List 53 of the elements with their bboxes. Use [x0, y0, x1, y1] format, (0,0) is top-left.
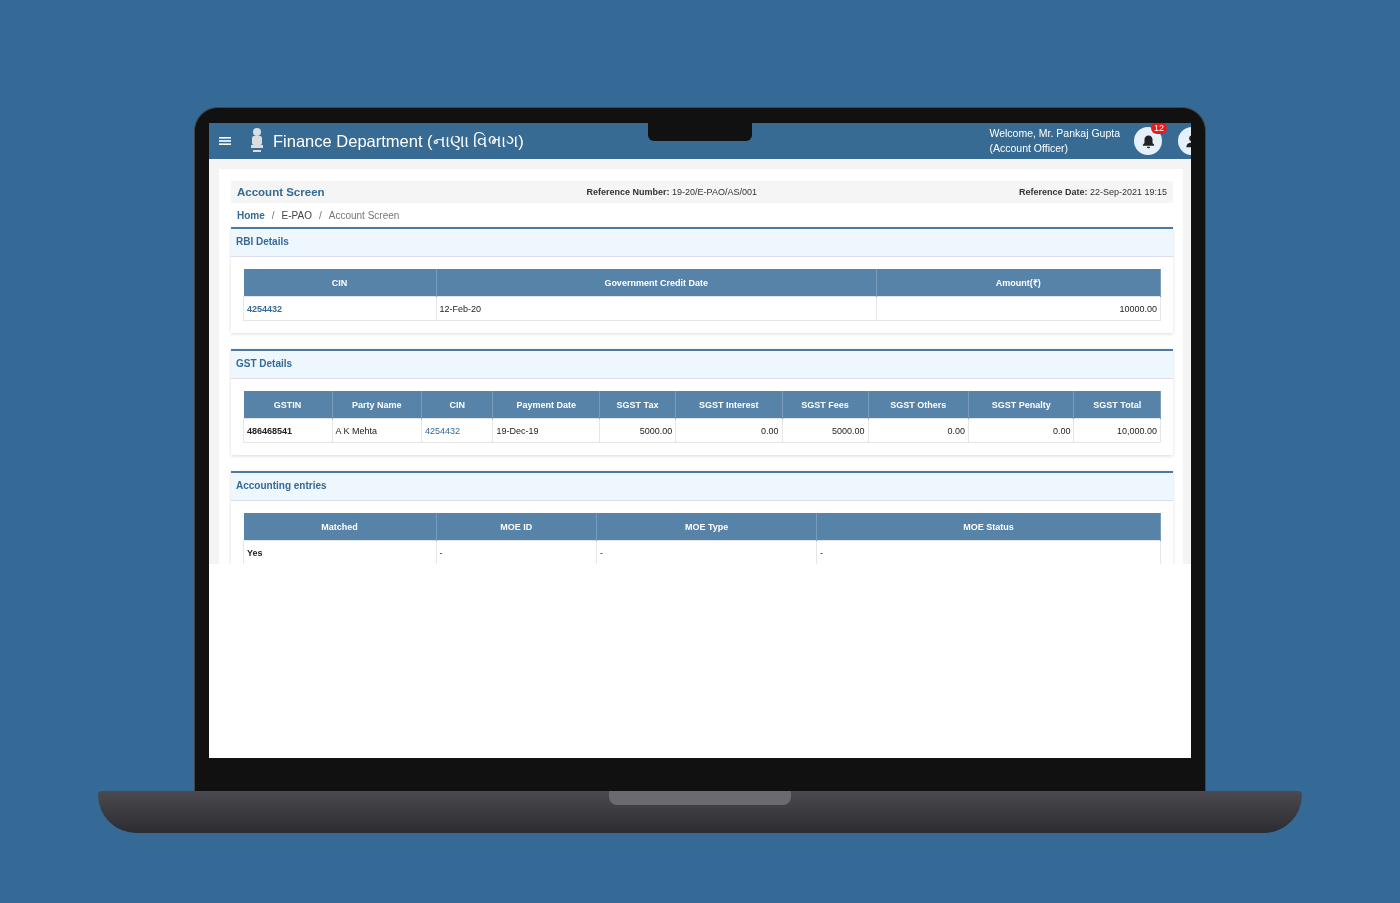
- welcome-text: Welcome, Mr. Pankaj Gupta: [989, 126, 1120, 141]
- section-title: GST Details: [231, 351, 1173, 379]
- emblem-icon: [249, 127, 265, 155]
- menu-icon[interactable]: [219, 136, 231, 146]
- reference-date: Reference Date: 22-Sep-2021 19:15: [1018, 187, 1167, 197]
- section-title: Accounting entries: [231, 473, 1173, 501]
- table-cell: 10,000.00: [1073, 418, 1161, 443]
- table-cell: Yes: [243, 540, 437, 564]
- table-cell: 0.00: [968, 418, 1074, 443]
- column-header: Party Name: [332, 391, 422, 419]
- breadcrumb-separator: /: [318, 209, 322, 221]
- table-cell: 5000.00: [782, 418, 868, 443]
- table-cell: A K Mehta: [332, 418, 422, 443]
- column-header: SGST Interest: [675, 391, 783, 419]
- column-header: Payment Date: [493, 391, 600, 419]
- table-cell: 10000.00: [876, 296, 1161, 321]
- column-header: SGST Others: [868, 391, 969, 419]
- breadcrumb-current: Account Screen: [328, 209, 400, 221]
- column-header: MOE Status: [816, 513, 1161, 541]
- table-cell: 19-Dec-19: [493, 418, 600, 443]
- column-header: SGST Total: [1073, 391, 1161, 419]
- table-cell: 486468541: [243, 418, 333, 443]
- breadcrumb-link[interactable]: Home: [237, 209, 265, 221]
- notification-count: 12: [1151, 123, 1167, 134]
- column-header: Government Credit Date: [436, 269, 877, 297]
- column-header: Amount(₹): [876, 269, 1161, 297]
- table-cell: 12-Feb-20: [436, 296, 877, 321]
- table-cell: -: [436, 540, 597, 564]
- user-role: (Account Officer): [989, 141, 1070, 156]
- table-cell: -: [816, 540, 1161, 564]
- reference-number: Reference Number: 19-20/E-PAO/AS/001: [586, 187, 757, 197]
- table-cell: 0.00: [868, 418, 969, 443]
- table-link[interactable]: 4254432: [243, 296, 437, 321]
- table-cell: -: [596, 540, 817, 564]
- page-title: Account Screen: [237, 186, 325, 198]
- column-header: GSTIN: [243, 391, 333, 419]
- section-title: RBI Details: [231, 229, 1173, 257]
- table-link[interactable]: 4254432: [421, 418, 493, 443]
- column-header: SGST Fees: [782, 391, 868, 419]
- column-header: MOE Type: [596, 513, 817, 541]
- column-header: MOE ID: [436, 513, 597, 541]
- column-header: Matched: [243, 513, 437, 541]
- notification-button[interactable]: [1134, 127, 1162, 155]
- bell-icon: [1140, 133, 1156, 149]
- table-cell: 5000.00: [599, 418, 676, 443]
- column-header: SGST Tax: [599, 391, 676, 419]
- column-header: SGST Penalty: [968, 391, 1074, 419]
- column-header: CIN: [243, 269, 437, 297]
- breadcrumb-link[interactable]: E-PAO: [281, 209, 312, 221]
- breadcrumb-separator: /: [271, 209, 275, 221]
- app-title: Finance Department (નાણા વિભાગ): [273, 131, 524, 151]
- column-header: CIN: [421, 391, 493, 419]
- table-cell: 0.00: [675, 418, 783, 443]
